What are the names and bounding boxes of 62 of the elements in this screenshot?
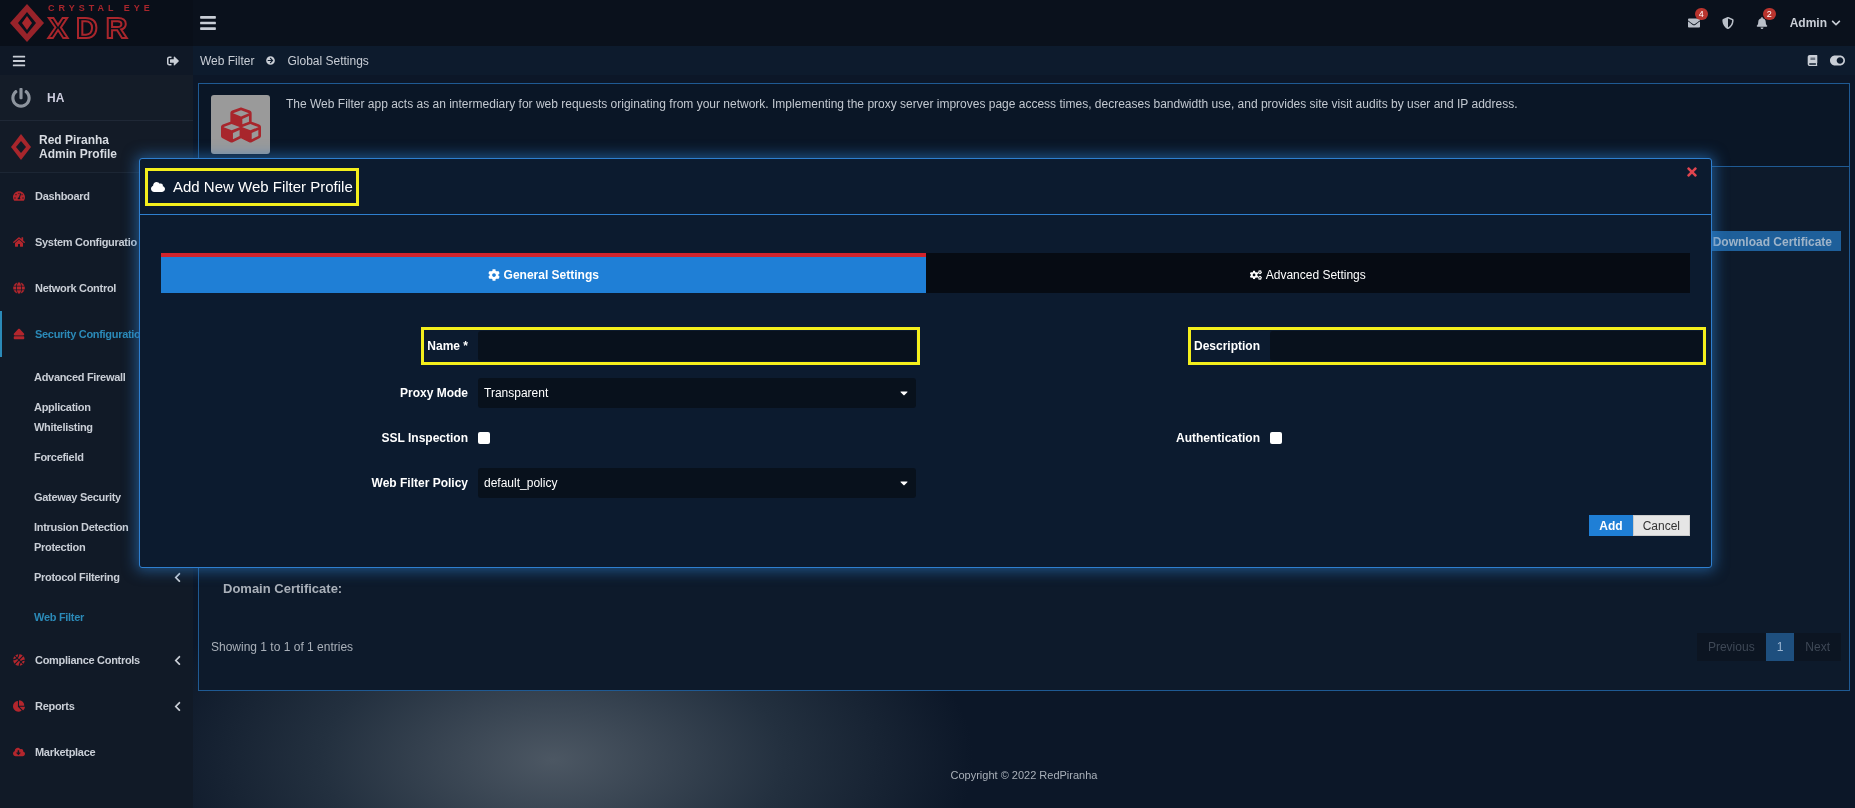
detail-label: Domain Certificate: (223, 581, 344, 596)
breadcrumb-link[interactable]: Global Settings (287, 53, 369, 68)
pagination-button[interactable]: 1 (1765, 633, 1795, 661)
checkbox[interactable] (478, 432, 490, 444)
cloud-download-icon (13, 746, 25, 758)
nav-subitem[interactable]: Web Filter (0, 597, 193, 637)
arrow-icon (266, 56, 276, 65)
gear-icon (487, 269, 500, 281)
house-icon (13, 236, 25, 248)
modal-title: Add New Web Filter Profile (173, 178, 353, 195)
checkbox[interactable] (1270, 432, 1282, 444)
info-text: The Web Filter app acts as an intermediary for web requests originating from your network. Implementing the proxy server improves page access times, decreases bandwidth use, and provides site visit audits by user and IP address. (286, 97, 1518, 113)
globe-icon (13, 282, 25, 294)
logo-wordmark: XDR (48, 12, 136, 43)
dropdown[interactable]: Transparent (478, 378, 916, 408)
breadcrumb-link[interactable]: Web Filter (200, 53, 255, 68)
chevron-icon (172, 654, 183, 666)
field-label: SSL Inspection (381, 431, 468, 445)
mail-icon[interactable] (1687, 17, 1700, 29)
count-badge: 4 (1694, 8, 1708, 20)
power-icon[interactable] (11, 87, 31, 108)
menu-icon[interactable] (199, 14, 217, 32)
menu-icon[interactable] (12, 53, 26, 68)
pie-chart-icon (13, 700, 25, 712)
book-icon[interactable] (1807, 55, 1818, 66)
cloud-icon (151, 179, 165, 194)
bell-icon[interactable] (1755, 17, 1768, 29)
entries-info: Showing 1 to 1 of 1 entries (211, 640, 355, 654)
ha-label: HA (47, 90, 65, 105)
text-field[interactable] (478, 331, 916, 361)
field-label: Proxy Mode (400, 386, 468, 400)
user-menu[interactable]: Admin (1789, 16, 1841, 30)
field-label: Web Filter Policy (371, 476, 468, 490)
tab[interactable]: Advanced Settings (925, 253, 1690, 293)
tab[interactable]: General Settings (161, 253, 926, 293)
toggle-icon[interactable] (1830, 53, 1845, 68)
shield-icon[interactable] (1721, 17, 1734, 29)
chevron-icon (172, 700, 183, 712)
field-label: Description (1194, 339, 1260, 353)
nav-item[interactable]: Marketplace (0, 729, 193, 775)
field-label: Authentication (1176, 431, 1260, 445)
triangle-icon (13, 328, 25, 340)
close-button[interactable] (1685, 165, 1699, 179)
copyright-text: Copyright © 2022 RedPiranha (950, 769, 1098, 781)
logo-tagline: CRYSTAL EYE (48, 3, 154, 13)
logo-mark-icon (10, 4, 44, 42)
profile-name: Red Piranha Admin Profile (39, 132, 117, 161)
chevron-icon (1831, 18, 1841, 28)
cancel-button[interactable]: Cancel (1632, 515, 1690, 536)
logout-icon[interactable] (167, 54, 179, 67)
gears-icon (1249, 269, 1262, 281)
logo-mark-icon (11, 133, 31, 160)
nav-item[interactable]: Reports (0, 683, 193, 729)
add-button[interactable]: Add (1589, 515, 1633, 536)
gauge-icon (13, 190, 25, 202)
text-field[interactable] (1270, 331, 1702, 361)
count-badge: 2 (1762, 8, 1776, 20)
nav-item[interactable]: Compliance Controls (0, 637, 193, 683)
chevron-icon (172, 571, 183, 583)
dropdown[interactable]: default_policy (478, 468, 916, 498)
field-label: Name * (427, 339, 468, 353)
nav-subitem[interactable]: Protocol Filtering (0, 557, 193, 597)
